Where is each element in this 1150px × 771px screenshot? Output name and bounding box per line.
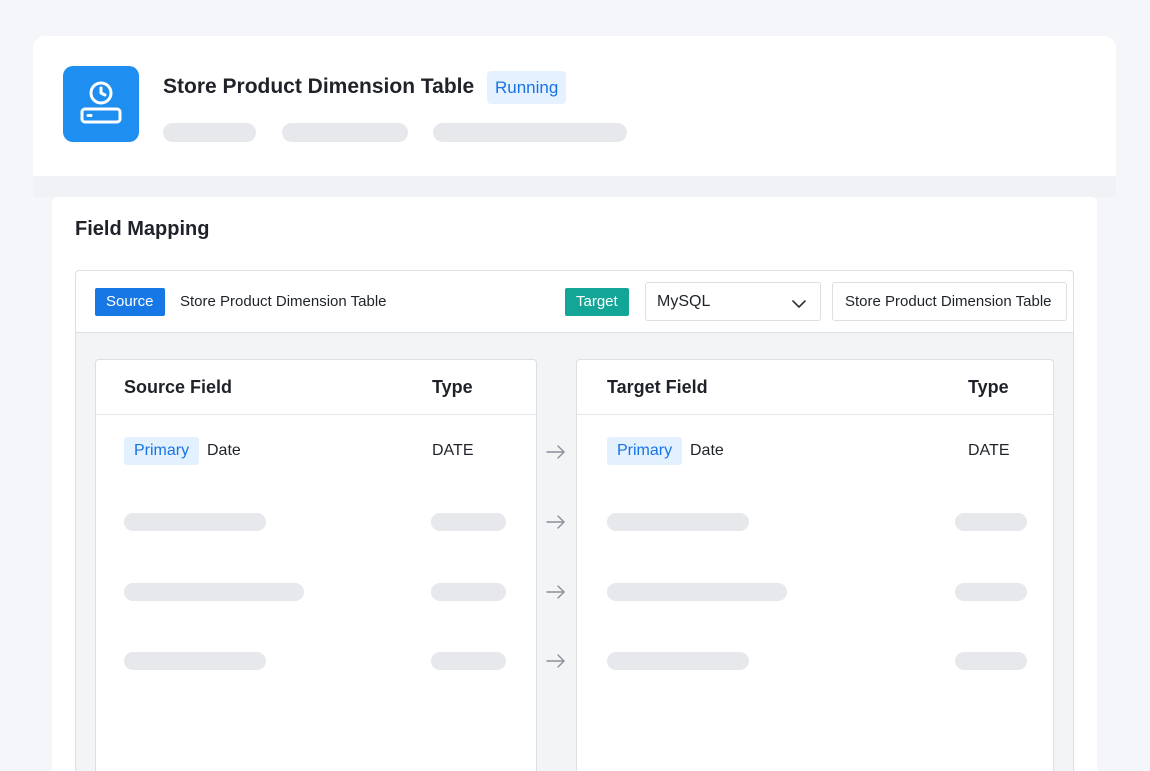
- page-title: Store Product Dimension Table: [163, 75, 475, 98]
- database-type-select[interactable]: MySQL: [645, 282, 821, 321]
- mapping-container: Source Store Product Dimension Table Tar…: [75, 270, 1074, 771]
- arrow-right-icon: [546, 515, 566, 534]
- target-type-header: Type: [968, 377, 1009, 397]
- source-field-panel: Source Field Type Primary Date DATE: [95, 359, 537, 771]
- placeholder-bar: [124, 513, 266, 531]
- placeholder-bar: [607, 652, 749, 670]
- status-badge: Running: [487, 71, 567, 104]
- placeholder-bar: [124, 652, 266, 670]
- arrow-right-icon: [546, 654, 566, 673]
- section-title: Field Mapping: [75, 218, 210, 240]
- placeholder-bar: [955, 513, 1027, 531]
- source-field-type: DATE: [432, 442, 474, 459]
- source-table-name: Store Product Dimension Table: [180, 293, 387, 310]
- source-type-header: Type: [432, 377, 473, 397]
- source-tag: Source: [95, 288, 165, 316]
- job-header-card: Store Product Dimension Table Running: [33, 36, 1116, 176]
- placeholder-bar: [124, 583, 304, 601]
- field-mapping-card: Field Mapping Source Store Product Dimen…: [52, 197, 1097, 771]
- primary-key-tag: Primary: [124, 437, 200, 465]
- target-field-name: Date: [690, 442, 724, 459]
- source-field-header: Source Field: [124, 377, 233, 397]
- placeholder-bar: [431, 583, 506, 601]
- target-tag: Target: [565, 288, 629, 316]
- section-divider: [33, 176, 1116, 197]
- primary-key-tag: Primary: [607, 437, 683, 465]
- source-panel-header: Source Field Type: [96, 360, 536, 415]
- placeholder-bar: [955, 652, 1027, 670]
- placeholder-bar: [431, 513, 506, 531]
- chevron-down-icon: [792, 296, 806, 314]
- target-panel-header: Target Field Type: [577, 360, 1053, 415]
- target-field-panel: Target Field Type Primary Date DATE: [576, 359, 1054, 771]
- arrow-right-icon: [546, 585, 566, 604]
- placeholder-bar: [955, 583, 1027, 601]
- placeholder-bar: [607, 583, 787, 601]
- target-field-type: DATE: [968, 442, 1010, 459]
- placeholder-bar: [607, 513, 749, 531]
- placeholder-bar: [282, 123, 408, 142]
- target-field-header: Target Field: [607, 377, 708, 397]
- page: Store Product Dimension Table Running Fi…: [0, 0, 1150, 771]
- placeholder-bar: [163, 123, 256, 142]
- target-table-input[interactable]: Store Product Dimension Table: [832, 282, 1067, 321]
- mapping-toolbar: Source Store Product Dimension Table Tar…: [76, 271, 1073, 333]
- source-field-name: Date: [207, 442, 241, 459]
- database-type-value: MySQL: [657, 293, 711, 310]
- arrow-right-icon: [546, 445, 566, 464]
- placeholder-bar: [433, 123, 627, 142]
- placeholder-bar: [431, 652, 506, 670]
- clock-server-icon: [63, 66, 139, 142]
